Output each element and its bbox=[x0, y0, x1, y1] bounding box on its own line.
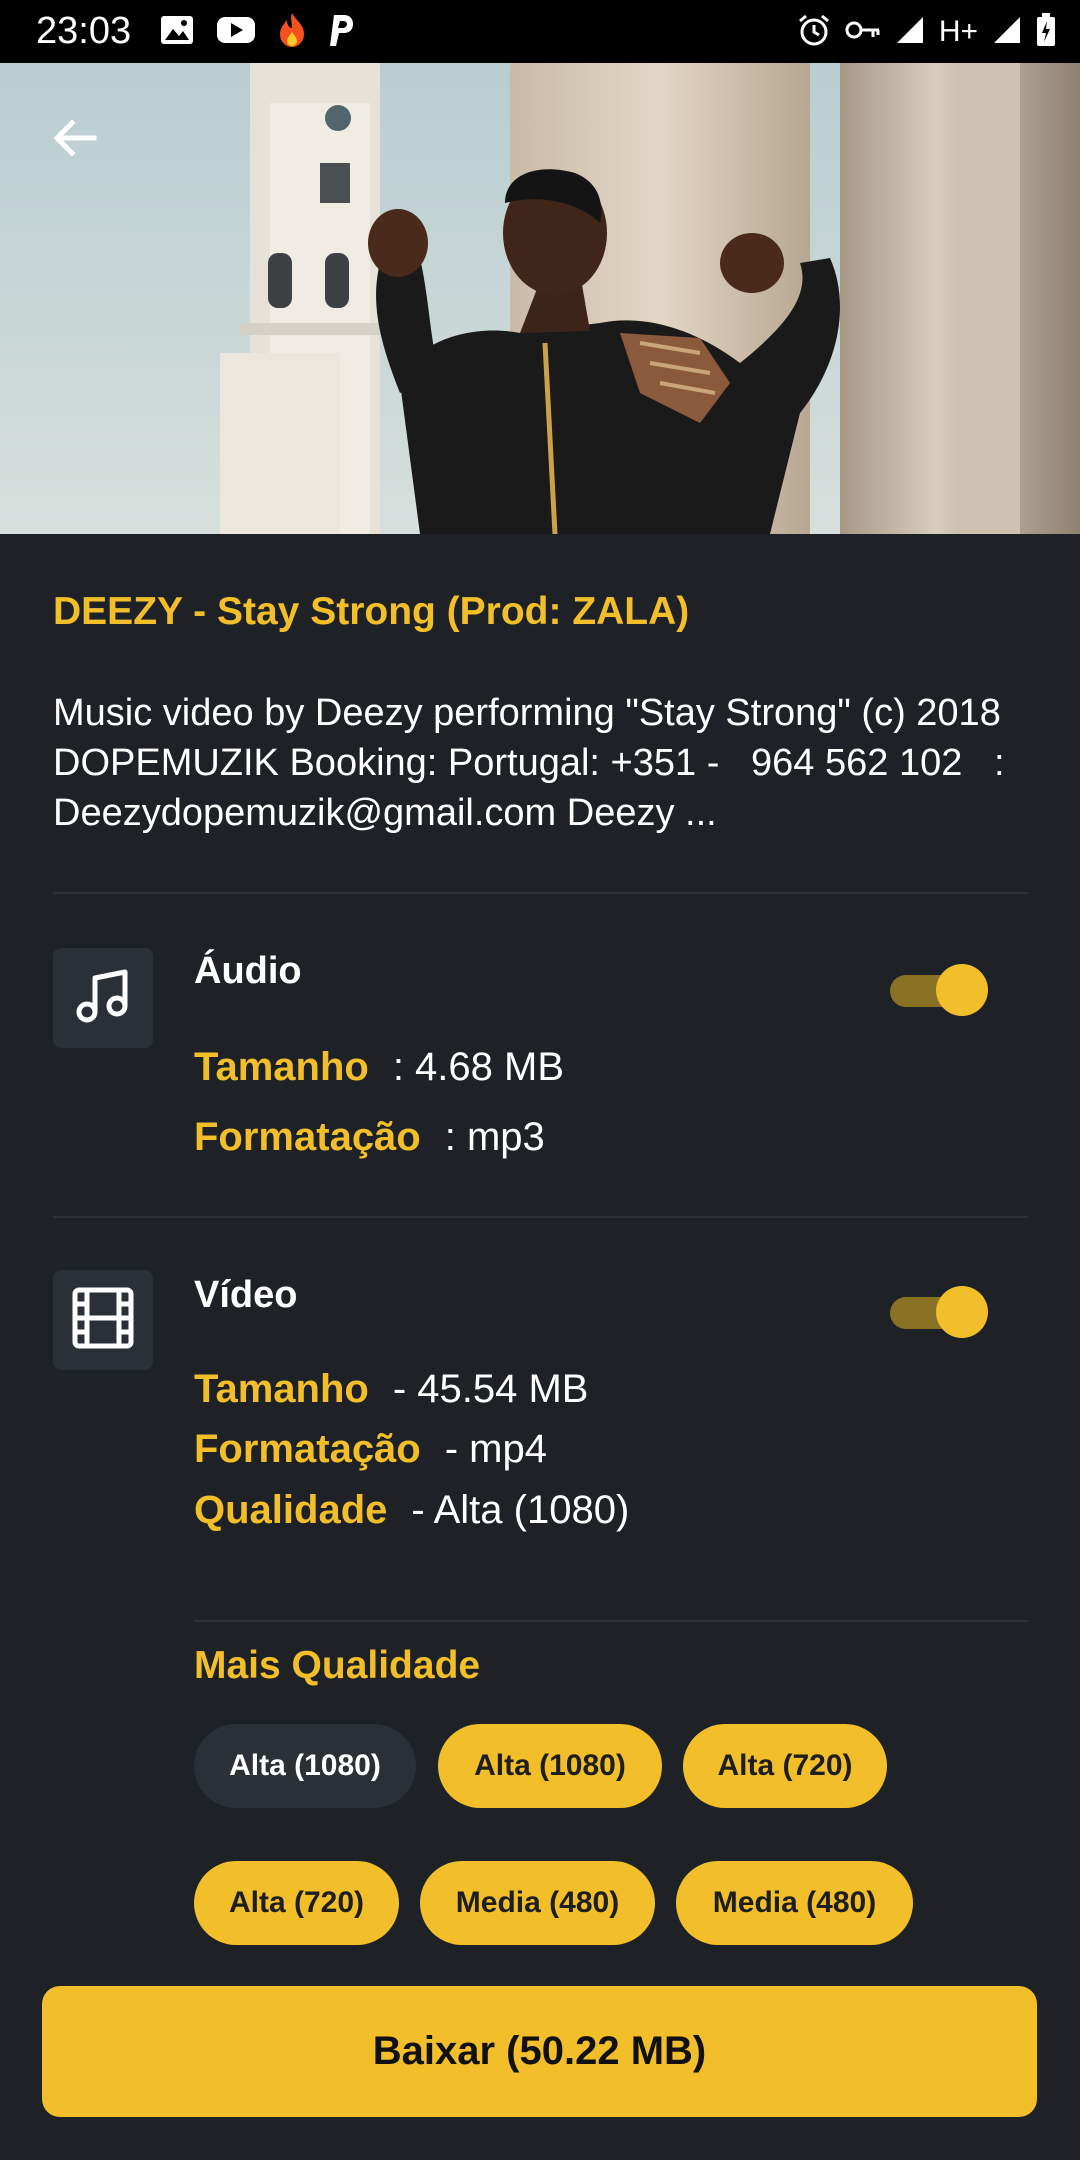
video-label: Vídeo bbox=[194, 1274, 298, 1316]
video-quality-key: Qualidade bbox=[194, 1488, 388, 1532]
video-size-row: Tamanho - 45.54 MB bbox=[194, 1362, 588, 1416]
video-size-value: - 45.54 MB bbox=[392, 1367, 589, 1411]
battery-icon bbox=[1036, 12, 1056, 52]
video-toggle[interactable] bbox=[890, 1282, 990, 1342]
signal-icon bbox=[895, 15, 925, 50]
video-size-key: Tamanho bbox=[194, 1367, 369, 1411]
audio-size-row: Tamanho : 4.68 MB bbox=[194, 1040, 564, 1094]
video-format-row: Formatação - mp4 bbox=[194, 1422, 547, 1476]
video-format-value: - mp4 bbox=[444, 1427, 547, 1471]
notification-icons bbox=[160, 12, 354, 52]
quality-chip[interactable]: Alta (720) bbox=[683, 1724, 887, 1808]
back-button[interactable] bbox=[36, 100, 112, 176]
quality-chip[interactable]: Media (480) bbox=[676, 1861, 913, 1945]
system-icons: H+ bbox=[797, 10, 1056, 54]
arrow-left-icon bbox=[50, 114, 98, 162]
video-icon-box bbox=[53, 1270, 153, 1370]
quality-chip[interactable]: Alta (1080) bbox=[438, 1724, 662, 1808]
audio-size-value: : 4.68 MB bbox=[392, 1045, 565, 1089]
video-quality-row: Qualidade - Alta (1080) bbox=[194, 1483, 629, 1537]
audio-size-key: Tamanho bbox=[194, 1045, 369, 1089]
video-title: DEEZY - Stay Strong (Prod: ZALA) bbox=[53, 590, 690, 633]
fire-icon bbox=[278, 12, 306, 53]
network-type: H+ bbox=[938, 15, 978, 48]
divider bbox=[194, 1620, 1028, 1622]
youtube-icon bbox=[216, 15, 256, 50]
download-button[interactable]: Baixar (50.22 MB) bbox=[42, 1986, 1037, 2117]
music-note-icon bbox=[71, 964, 135, 1033]
audio-format-key: Formatação bbox=[194, 1115, 421, 1159]
p-icon bbox=[328, 13, 354, 52]
image-icon bbox=[160, 15, 194, 50]
key-icon bbox=[845, 18, 881, 47]
audio-format-value: : mp3 bbox=[444, 1115, 545, 1159]
quality-chip[interactable]: Alta (1080) bbox=[194, 1724, 416, 1808]
quality-chip[interactable]: Media (480) bbox=[420, 1861, 655, 1945]
quality-chip[interactable]: Alta (720) bbox=[194, 1861, 399, 1945]
video-thumbnail bbox=[0, 63, 1080, 534]
audio-label: Áudio bbox=[194, 950, 302, 992]
video-quality-value: - Alta (1080) bbox=[411, 1488, 630, 1532]
status-time: 23:03 bbox=[36, 10, 132, 52]
divider bbox=[53, 892, 1028, 894]
status-bar: 23:03 H+ bbox=[0, 0, 1080, 63]
more-quality-label: Mais Qualidade bbox=[194, 1644, 481, 1687]
audio-toggle[interactable] bbox=[890, 960, 990, 1020]
video-description: Music video by Deezy performing "Stay St… bbox=[53, 692, 1016, 834]
audio-icon-box bbox=[53, 948, 153, 1048]
audio-toggle-knob bbox=[936, 964, 988, 1016]
video-toggle-knob bbox=[936, 1286, 988, 1338]
audio-format-row: Formatação : mp3 bbox=[194, 1110, 545, 1164]
film-icon bbox=[71, 1286, 135, 1355]
divider bbox=[53, 1216, 1028, 1218]
screen: 23:03 H+ DEEZY - Stay Strong (Prod: ZALA… bbox=[0, 0, 1080, 2160]
video-format-key: Formatação bbox=[194, 1427, 421, 1471]
alarm-icon bbox=[797, 13, 831, 52]
signal-icon-2 bbox=[992, 15, 1022, 50]
